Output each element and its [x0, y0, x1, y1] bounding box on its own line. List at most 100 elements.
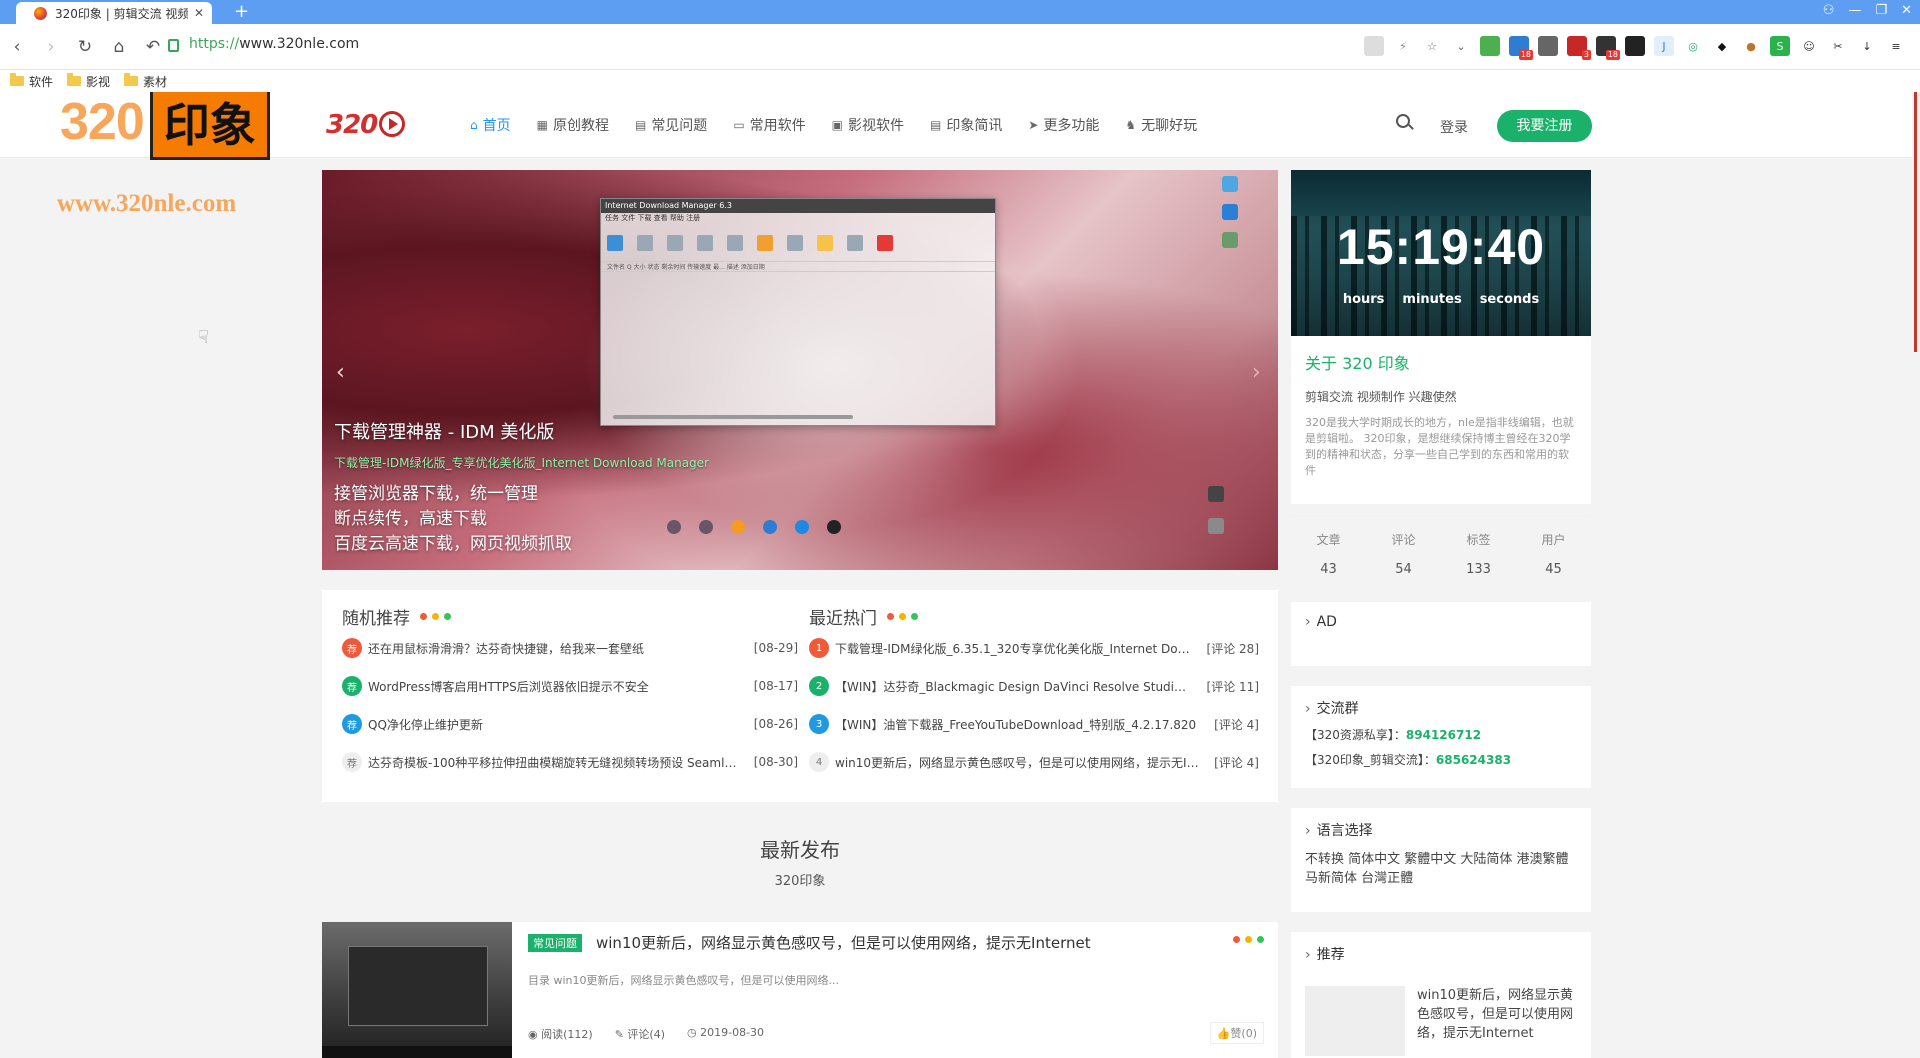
list-item[interactable]: 4 win10更新后，网络显示黄色感叹号，但是可以使用网络，提示无In... [评论… — [809, 743, 1259, 781]
list-item[interactable]: 1 下载管理-IDM绿化版_6.35.1_320专享优化美化版_Internet … — [809, 629, 1259, 667]
list-item-date: [08-30] — [753, 755, 798, 769]
list-item[interactable]: 2 【WIN】达芬奇_Blackmagic Design DaVinci Reso… — [809, 667, 1259, 705]
post-date-text: 2019-08-30 — [700, 1026, 765, 1039]
address-bar: ‹ › ↻ ⌂ ↶ https:// www.320nle.com ⚡ ☆ ⌄ … — [0, 24, 1920, 70]
folder-icon — [124, 73, 139, 86]
carousel-prev-arrow-icon[interactable]: ‹ — [336, 360, 345, 385]
nav-video-software[interactable]: ▣ 影视软件 — [832, 115, 904, 135]
group-number-link[interactable]: 685624383 — [1436, 753, 1511, 767]
floating-logo[interactable]: 320 印象 — [60, 92, 270, 160]
browser-tab[interactable]: 320印象 | 剪辑交流 视频 ✕ — [16, 2, 212, 24]
forward-icon[interactable]: › — [34, 37, 68, 57]
list-item-title[interactable]: 【WIN】达芬奇_Blackmagic Design DaVinci Resol… — [835, 678, 1207, 695]
url-field[interactable]: https:// www.320nle.com — [168, 36, 359, 52]
register-button[interactable]: 我要注册 — [1497, 110, 1592, 142]
ublock-icon[interactable]: 3 — [1567, 36, 1591, 60]
post-category-badge[interactable]: 常见问题 — [528, 934, 582, 952]
nav-news[interactable]: ▤ 印象简讯 — [930, 115, 1002, 135]
login-link[interactable]: 登录 — [1440, 117, 1468, 137]
about-title[interactable]: 关于 320 印象 — [1305, 350, 1591, 374]
list-item[interactable]: 荐达芬奇模板-100种平移拉伸扭曲模糊旋转无缝视频转场预设 Seamle...[… — [342, 743, 798, 781]
tab-title: 320印象 | 剪辑交流 视频 — [55, 6, 188, 21]
recommend-thumbnail[interactable] — [1305, 986, 1405, 1056]
language-options[interactable]: 不转换 简体中文 繁體中文 大陆简体 港澳繁體 马新简体 台灣正體 — [1305, 850, 1577, 888]
minimize-button[interactable]: — — [1848, 3, 1861, 18]
slide-feature: 接管浏览器下载，统一管理 — [334, 484, 538, 504]
post-comments[interactable]: ✎ 评论(4) — [615, 1026, 665, 1042]
bookmark-folder[interactable]: 影视 — [67, 73, 110, 90]
cookie-icon[interactable]: ● — [1741, 36, 1761, 56]
list-item-title[interactable]: WordPress博客启用HTTPS后浏览器依旧提示不安全 — [368, 678, 754, 695]
search-icon[interactable] — [1396, 114, 1410, 128]
nav-more[interactable]: ➤ 更多功能 — [1028, 115, 1099, 135]
idm-titlebar: Internet Download Manager 6.3 — [601, 199, 995, 213]
calendar-icon[interactable]: 18 — [1596, 36, 1620, 60]
recommend-link[interactable]: win10更新后，网络显示黄色感叹号，但是可以使用网络，提示无Internet — [1417, 986, 1577, 1043]
new-tab-button[interactable]: + — [234, 2, 249, 22]
maximize-button[interactable]: ❐ — [1875, 3, 1887, 18]
slide-title[interactable]: 下载管理神器 - IDM 美化版 — [334, 418, 554, 444]
bookmark-folder[interactable]: 软件 — [10, 73, 53, 90]
fish-icon[interactable]: ◆ — [1712, 36, 1732, 56]
latest-section-subtitle: 320印象 — [774, 874, 826, 889]
translate-icon[interactable]: J — [1654, 36, 1674, 56]
list-item-title[interactable]: 【WIN】油管下载器_FreeYouTubeDownload_特别版_4.2.1… — [835, 716, 1214, 733]
list-item-title[interactable]: 还在用鼠标滑滑滑？达芬奇快捷键，给我来一套壁纸 — [368, 640, 754, 657]
back-icon[interactable]: ‹ — [0, 37, 34, 57]
scissors-icon[interactable]: ✂ — [1828, 36, 1848, 56]
list-item-title[interactable]: 达芬奇模板-100种平移拉伸扭曲模糊旋转无缝视频转场预设 Seamle... — [368, 754, 754, 771]
lock-icon — [168, 38, 179, 52]
list-item-title[interactable]: QQ净化停止维护更新 — [368, 716, 754, 733]
download-icon[interactable]: ↓ — [1857, 36, 1877, 56]
nav-fun[interactable]: ♞ 无聊好玩 — [1125, 115, 1197, 135]
cat-icon[interactable]: ☺ — [1799, 36, 1819, 56]
list-item-title[interactable]: 下载管理-IDM绿化版_6.35.1_320专享优化美化版_Internet D… — [835, 640, 1207, 657]
slide-subtitle[interactable]: 下载管理-IDM绿化版_专享优化美化版_Internet Download Ma… — [334, 454, 709, 471]
lightning-icon[interactable]: ⚡ — [1393, 36, 1413, 56]
group-number-link[interactable]: 894126712 — [1406, 728, 1481, 742]
game-icon: ♞ — [1125, 118, 1137, 132]
bookmark-folder[interactable]: 素材 — [124, 73, 167, 90]
chevron-down-icon[interactable]: ⌄ — [1451, 36, 1471, 56]
grid-extension-icon[interactable] — [1480, 36, 1500, 56]
grid-app-icon[interactable]: 18 — [1509, 36, 1533, 60]
nav-label: 常用软件 — [749, 118, 806, 134]
site-logo[interactable]: 320 — [326, 110, 406, 140]
recommend-badge: 荐 — [342, 714, 362, 734]
clipboard-icon[interactable] — [1625, 36, 1645, 56]
list-item[interactable]: 荐还在用鼠标滑滑滑？达芬奇快捷键，给我来一套壁纸 [08-29] — [342, 629, 798, 667]
hero-carousel[interactable]: Internet Download Manager 6.3 任务 文件 下载 查… — [322, 170, 1278, 570]
nav-home[interactable]: ⌂ 首页 — [470, 115, 511, 135]
featured-lists: 随机推荐 荐还在用鼠标滑滑滑？达芬奇快捷键，给我来一套壁纸 [08-29] 荐 Wo… — [322, 590, 1278, 802]
qr-icon[interactable] — [1364, 36, 1384, 56]
dock-app-icon — [763, 520, 777, 534]
slide-feature: 断点续传，高速下载 — [334, 509, 487, 529]
carousel-next-arrow-icon[interactable]: › — [1252, 360, 1261, 385]
star-icon[interactable]: ☆ — [1422, 36, 1442, 56]
nav-faq[interactable]: ▤ 常见问题 — [635, 115, 707, 135]
home-icon[interactable]: ⌂ — [102, 37, 136, 57]
close-tab-icon[interactable]: ✕ — [194, 6, 204, 20]
nav-tutorials[interactable]: ▦ 原创教程 — [537, 115, 609, 135]
decor-dots — [420, 613, 451, 620]
post-title[interactable]: win10更新后，网络显示黄色感叹号，但是可以使用网络，提示无Internet — [596, 932, 1091, 953]
list-item[interactable]: 荐 WordPress博客启用HTTPS后浏览器依旧提示不安全 [08-17] — [342, 667, 798, 705]
sync-icon[interactable]: ◎ — [1683, 36, 1703, 56]
like-button[interactable]: 👍赞(0) — [1209, 1022, 1264, 1044]
nav-software[interactable]: ▭ 常用软件 — [733, 115, 805, 135]
skin-icon[interactable]: ⚇ — [1823, 3, 1835, 18]
close-window-button[interactable]: ✕ — [1901, 3, 1912, 18]
shield-icon[interactable] — [1538, 36, 1558, 56]
list-item[interactable]: 3 【WIN】油管下载器_FreeYouTubeDownload_特别版_4.2.… — [809, 705, 1259, 743]
list-item-title[interactable]: win10更新后，网络显示黄色感叹号，但是可以使用网络，提示无In... — [835, 754, 1214, 771]
browser-tab-strip: 320印象 | 剪辑交流 视频 ✕ + ⚇ — ❐ ✕ — [0, 0, 1920, 24]
page-scrollbar[interactable] — [1912, 92, 1920, 1058]
rank-badge: 3 — [809, 714, 829, 734]
reload-icon[interactable]: ↻ — [68, 37, 102, 57]
post-thumbnail[interactable] — [322, 922, 512, 1058]
undo-close-icon[interactable]: ↶ — [136, 37, 170, 57]
group-label: 【320资源私享】： — [1305, 728, 1406, 742]
s-extension-icon[interactable]: S — [1770, 36, 1790, 56]
list-item[interactable]: 荐 QQ净化停止维护更新 [08-26] — [342, 705, 798, 743]
menu-icon[interactable]: ≡ — [1886, 36, 1906, 56]
